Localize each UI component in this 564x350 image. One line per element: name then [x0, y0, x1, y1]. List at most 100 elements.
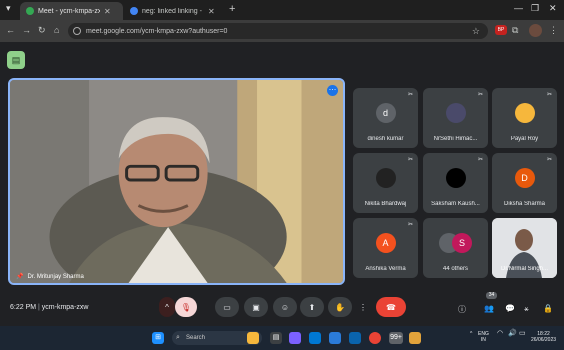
restore-icon[interactable]: ❐	[531, 3, 539, 14]
present-button[interactable]: ⬆	[300, 297, 324, 317]
meeting-details-icon[interactable]: ▤	[7, 51, 25, 69]
participant-name: dinesh kumar	[367, 136, 404, 142]
activities-icon[interactable]: ⚹	[524, 304, 529, 314]
language-indicator[interactable]: ENG IN	[478, 331, 489, 343]
search-placeholder: Search	[186, 335, 206, 341]
participant-tile[interactable]: ✂ Payal Roy	[492, 88, 557, 148]
emoji-button[interactable]: ☺	[273, 297, 297, 317]
battery-icon[interactable]: ▭	[519, 330, 526, 337]
home-icon[interactable]: ⌂	[54, 25, 59, 35]
teams-icon[interactable]	[289, 332, 301, 344]
avatar	[445, 168, 466, 188]
url-text: meet.google.com/ycm-kmpa-zxw?authuser=0	[86, 27, 228, 35]
mail-icon[interactable]	[349, 332, 361, 344]
mic-muted-icon: ✂	[546, 92, 552, 98]
participant-count-badge: 34	[486, 292, 497, 299]
participant-tile[interactable]: ✂ Nikita Bhardwaj	[353, 153, 418, 213]
others-label: 44 others	[442, 266, 469, 272]
camera-toggle-button[interactable]: ▭	[215, 297, 239, 317]
meeting-info: 6:22 PM | ycm-kmpa-zxw	[10, 304, 89, 311]
participant-name: Payal Roy	[510, 136, 539, 142]
avatar: d	[375, 103, 396, 123]
participant-name: NrSethi Himac...	[433, 136, 478, 142]
people-icon[interactable]: 👥	[484, 304, 494, 313]
captions-button[interactable]: ▣	[244, 297, 268, 317]
bookmark-star-icon[interactable]: ☆	[472, 26, 480, 37]
chat-icon[interactable]: 💬	[505, 304, 515, 313]
new-tab-icon[interactable]: +	[229, 3, 235, 15]
close-tab-icon[interactable]: ✕	[104, 7, 111, 16]
more-options-icon[interactable]: …	[327, 84, 338, 96]
site-info-icon[interactable]	[73, 27, 81, 35]
avatar: A	[375, 233, 396, 253]
clock[interactable]: 18:22 26/06/2023	[531, 331, 556, 343]
avatar: D	[514, 168, 535, 188]
reload-icon[interactable]: ↻	[38, 25, 46, 36]
task-view-icon[interactable]: ▤	[270, 332, 282, 344]
pin-icon[interactable]: 📌	[16, 273, 23, 280]
presenter-tile[interactable]: … 📌 Dr. Mritunjay Sharma	[8, 78, 345, 285]
browser-toolbar: ← → ↻ ⌂ meet.google.com/ycm-kmpa-zxw?aut…	[0, 20, 564, 42]
participant-name: Saksham Kaush...	[431, 201, 480, 207]
back-icon[interactable]: ←	[6, 25, 15, 35]
avatar: S	[452, 233, 472, 253]
participant-tile[interactable]: ✂ Saksham Kaush...	[423, 153, 488, 213]
widgets-icon[interactable]	[247, 332, 259, 344]
tab-label: neg: linked linking - Google S	[142, 7, 204, 15]
meet-favicon-icon	[26, 7, 34, 15]
browser-tab-bar: Meet - ycm-kmpa-zxw ✕ neg: linked linkin…	[0, 0, 564, 20]
tab-google-search[interactable]: neg: linked linking - Google S ✕	[124, 2, 227, 20]
wifi-icon[interactable]: ◠	[497, 330, 503, 337]
participant-tile[interactable]: ✂ NrSethi Himac...	[423, 88, 488, 148]
avatar	[375, 168, 396, 188]
taskbar: ⊞ ⌕ Search ▤ 99+ ^ ENG IN ◠ 🔊 ▭ 18:22 26…	[0, 326, 564, 350]
lock-icon[interactable]: 🔒	[543, 304, 553, 313]
mic-muted-icon: ✂	[546, 157, 552, 163]
edge-icon[interactable]	[309, 332, 321, 344]
search-icon: ⌕	[176, 334, 180, 341]
info-icon[interactable]: ⓘ	[458, 304, 466, 315]
chrome-icon[interactable]	[369, 332, 381, 344]
volume-icon[interactable]: 🔊	[508, 330, 517, 337]
extension-badge[interactable]: BP	[495, 25, 507, 35]
profile-avatar[interactable]	[529, 24, 542, 37]
mic-muted-icon: ✂	[407, 92, 413, 98]
menu-icon[interactable]: ⋮	[549, 25, 558, 36]
participant-tile[interactable]: ✂ A Anshika Verma	[353, 218, 418, 278]
meeting-time: 6:22 PM	[10, 304, 37, 311]
avatar	[514, 103, 535, 123]
mic-muted-icon: ✂	[407, 222, 413, 228]
clock-date: 26/06/2023	[531, 337, 557, 343]
file-explorer-icon[interactable]	[409, 332, 421, 344]
store-icon[interactable]	[329, 332, 341, 344]
mic-options-button[interactable]: ^	[159, 297, 175, 317]
mic-muted-icon: ✂	[477, 157, 483, 163]
forward-icon[interactable]: →	[22, 25, 31, 35]
more-options-button[interactable]: ⋮	[355, 297, 371, 317]
presenter-video	[10, 80, 343, 283]
tab-label: Meet - ycm-kmpa-zxw	[38, 7, 100, 15]
participant-name: Anshika Verma	[365, 266, 406, 272]
windows-start-icon[interactable]: ⊞	[152, 332, 164, 344]
tab-meet[interactable]: Meet - ycm-kmpa-zxw ✕	[20, 2, 123, 20]
participant-tile[interactable]: ✂ d dinesh kumar	[353, 88, 418, 148]
participant-name: Diksha Sharma	[503, 201, 545, 207]
mic-muted-icon: ✂	[407, 157, 413, 163]
address-bar[interactable]: meet.google.com/ycm-kmpa-zxw?authuser=0 …	[68, 23, 488, 39]
close-tab-icon[interactable]: ✕	[208, 7, 215, 16]
google-favicon-icon	[130, 7, 138, 15]
participant-tile[interactable]: ✂ Dr.Nirmal Singh...	[492, 218, 557, 278]
others-tile[interactable]: S 44 others	[423, 218, 488, 278]
presenter-name-label: 📌 Dr. Mritunjay Sharma	[16, 273, 84, 281]
extensions-icon[interactable]: ⧉	[512, 25, 518, 36]
leave-call-button[interactable]: ☎	[376, 297, 406, 317]
raise-hand-button[interactable]: ✋	[328, 297, 352, 317]
participant-tile[interactable]: ✂ D Diksha Sharma	[492, 153, 557, 213]
close-window-icon[interactable]: ✕	[549, 3, 557, 14]
tray-chevron-icon[interactable]: ^	[470, 331, 472, 337]
minimize-icon[interactable]: —	[514, 3, 523, 13]
presenter-name: Dr. Mritunjay Sharma	[27, 273, 84, 280]
notification-badge[interactable]: 99+	[389, 332, 403, 344]
tab-search-icon[interactable]: ▾	[6, 3, 11, 14]
mic-toggle-button[interactable]: 🎙	[175, 297, 197, 317]
